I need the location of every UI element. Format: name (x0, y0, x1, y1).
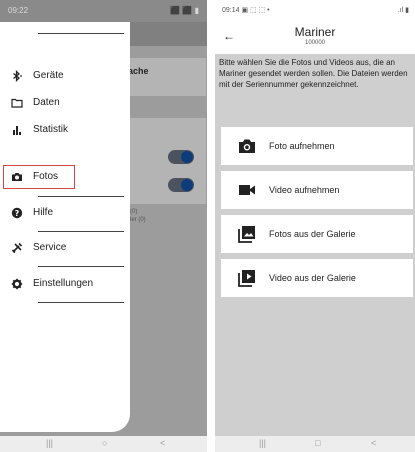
home-button[interactable]: ○ (102, 438, 107, 448)
menu-item-statistik[interactable]: Statistik (0, 119, 130, 141)
page-title: Mariner (294, 25, 336, 39)
back-button[interactable]: < (371, 438, 376, 448)
menu-item-label: Statistik (33, 124, 69, 135)
photo-library-icon (237, 225, 257, 243)
app-bar: ← Mariner 100000 (215, 20, 415, 54)
left-screen: 09:22 ⬛ ⬛ ▮ ache (0) ler (0) Geräte Date… (0, 0, 207, 452)
status-icons-right: .ıl ▮ (397, 7, 409, 14)
status-bar: 09:22 ⬛ ⬛ ▮ (0, 0, 207, 22)
menu-item-fotos[interactable]: Fotos (3, 165, 75, 189)
status-bar: 09:14 ▣ ⬚ ⬚ • .ıl ▮ (215, 0, 415, 20)
camera-icon (11, 171, 23, 183)
system-nav-bar: ||| ○ < (0, 436, 207, 452)
camera-icon (237, 137, 257, 155)
menu-item-label: Fotos (33, 171, 59, 182)
system-nav-bar: ||| □ < (215, 436, 415, 452)
drawer-divider (38, 266, 124, 267)
toggle-switch (168, 150, 194, 164)
folder-icon (11, 97, 23, 109)
menu-item-label: Geräte (33, 70, 64, 81)
menu-item-service[interactable]: Service (0, 237, 130, 259)
menu-item-geraete[interactable]: Geräte (0, 65, 130, 87)
action-label: Video aus der Galerie (269, 273, 356, 283)
svg-text:?: ? (15, 209, 20, 218)
back-button[interactable]: < (160, 438, 165, 448)
drawer-divider (38, 302, 124, 303)
menu-item-label: Hilfe (33, 207, 54, 218)
dimmed-text: (0) (130, 209, 138, 215)
page-subtitle: 100000 (304, 40, 326, 46)
menu-item-daten[interactable]: Daten (0, 92, 130, 114)
drawer-divider (38, 33, 124, 34)
dimmed-text: ler (0) (130, 217, 146, 223)
video-camera-icon (237, 181, 257, 199)
status-icons-left: ▣ ⬚ ⬚ • (241, 7, 270, 14)
dimmed-card-text: ache (128, 66, 149, 76)
menu-item-label: Service (33, 242, 67, 253)
tools-icon (11, 242, 23, 254)
home-button[interactable]: □ (315, 438, 320, 448)
bluetooth-icon (11, 70, 23, 82)
menu-item-label: Daten (33, 97, 60, 108)
recent-apps-button[interactable]: ||| (259, 438, 266, 448)
status-time: 09:14 ▣ ⬚ ⬚ • (222, 6, 270, 14)
toggle-switch (168, 178, 194, 192)
status-icons: ⬛ ⬛ ▮ (170, 6, 199, 15)
drawer-divider (38, 231, 124, 232)
menu-item-einstellungen[interactable]: Einstellungen (0, 273, 130, 295)
status-time: 09:22 (8, 6, 29, 15)
bar-chart-icon (11, 124, 23, 136)
drawer-divider (38, 196, 124, 197)
photos-from-gallery-button[interactable]: Fotos aus der Galerie (221, 215, 413, 253)
menu-item-label: Einstellungen (33, 278, 94, 289)
status-time-text: 09:14 (222, 7, 240, 14)
intro-text: Bitte wählen Sie die Fotos und Videos au… (219, 58, 408, 89)
action-label: Video aufnehmen (269, 185, 340, 195)
main-content: Bitte wählen Sie die Fotos und Videos au… (215, 54, 415, 436)
recent-apps-button[interactable]: ||| (46, 438, 53, 448)
right-screen: 09:14 ▣ ⬚ ⬚ • .ıl ▮ ← Mariner 100000 Bit… (215, 0, 415, 452)
videos-from-gallery-button[interactable]: Video aus der Galerie (221, 259, 413, 297)
video-library-icon (237, 269, 257, 287)
menu-item-hilfe[interactable]: ? Hilfe (0, 202, 130, 224)
gear-icon (11, 278, 23, 290)
action-label: Fotos aus der Galerie (269, 229, 356, 239)
record-video-button[interactable]: Video aufnehmen (221, 171, 413, 209)
action-label: Foto aufnehmen (269, 141, 335, 151)
help-icon: ? (11, 207, 23, 219)
take-photo-button[interactable]: Foto aufnehmen (221, 127, 413, 165)
